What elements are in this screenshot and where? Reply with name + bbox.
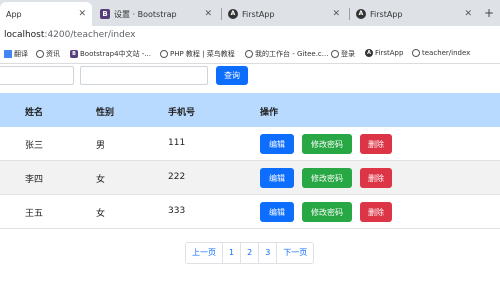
- bookmark-label: teacher/index: [422, 49, 471, 57]
- edit-button[interactable]: 编辑: [260, 168, 294, 188]
- globe-icon: [36, 50, 44, 58]
- header-name: 姓名: [25, 108, 44, 118]
- change-password-button[interactable]: 修改密码: [302, 202, 352, 222]
- cell-name: 张三: [25, 141, 44, 151]
- page-link-2[interactable]: 2: [241, 243, 260, 263]
- edit-button[interactable]: 编辑: [260, 202, 294, 222]
- bootstrap-icon: B: [100, 9, 110, 19]
- close-icon[interactable]: ✕: [332, 9, 340, 19]
- bootstrap-icon: B: [70, 50, 78, 58]
- bookmark-label: 翻译: [14, 50, 28, 58]
- tab-app[interactable]: App ✕: [0, 2, 92, 26]
- bookmark-gitee[interactable]: 我的工作台 - Gitee.c...: [245, 49, 328, 59]
- tab-bootstrap-settings[interactable]: B 设置 · Bootstrap ✕: [94, 2, 218, 26]
- cell-phone: 111: [168, 138, 186, 148]
- close-icon[interactable]: ✕: [78, 9, 86, 19]
- page-link-3[interactable]: 3: [259, 243, 278, 263]
- close-icon[interactable]: ✕: [204, 9, 212, 19]
- angular-icon: A: [365, 49, 373, 57]
- table-row: 张三 男 111 编辑 修改密码 删除: [0, 127, 500, 161]
- table-row: 王五 女 333 编辑 修改密码 删除: [0, 195, 500, 229]
- angular-icon: A: [228, 9, 238, 19]
- bookmark-label: 资讯: [46, 50, 60, 58]
- bookmark-php-tutorial[interactable]: PHP 教程 | 菜鸟教程: [160, 49, 235, 59]
- cell-name: 王五: [25, 209, 44, 219]
- edit-button[interactable]: 编辑: [260, 134, 294, 154]
- globe-icon: [160, 50, 168, 58]
- next-page-link[interactable]: 下一页: [277, 243, 313, 263]
- bookmark-label: 登录: [341, 50, 355, 58]
- cell-name: 李四: [25, 175, 44, 185]
- tab-label: FirstApp: [370, 9, 403, 19]
- url-text[interactable]: localhost:4200/teacher/index: [4, 30, 136, 40]
- url-host: localhost: [4, 30, 45, 40]
- pagination: 上一页 1 2 3 下一页: [185, 242, 315, 264]
- bookmark-label: PHP 教程 | 菜鸟教程: [170, 50, 235, 58]
- change-password-button[interactable]: 修改密码: [302, 168, 352, 188]
- globe-icon: [412, 49, 420, 57]
- page-link-1[interactable]: 1: [223, 243, 242, 263]
- delete-button[interactable]: 删除: [360, 134, 392, 154]
- globe-icon: [331, 50, 339, 58]
- header-phone: 手机号: [168, 108, 196, 118]
- table-row: 李四 女 222 编辑 修改密码 删除: [0, 161, 500, 195]
- tab-label: 设置 · Bootstrap: [114, 9, 177, 19]
- tab-firstapp-1[interactable]: A FirstApp ✕: [222, 2, 346, 26]
- angular-icon: A: [356, 9, 366, 19]
- cell-gender: 女: [96, 175, 106, 185]
- browser-tab-strip: App ✕ B 设置 · Bootstrap ✕ A FirstApp ✕ A …: [0, 0, 500, 26]
- cell-gender: 女: [96, 209, 106, 219]
- delete-button[interactable]: 删除: [360, 168, 392, 188]
- bookmark-login[interactable]: 登录: [331, 49, 355, 59]
- new-tab-plus-icon[interactable]: +: [484, 6, 494, 20]
- grid-icon: [4, 50, 12, 58]
- bookmark-label: FirstApp: [375, 49, 404, 57]
- phone-search-input[interactable]: [80, 66, 208, 85]
- tab-label: App: [6, 9, 22, 19]
- bookmarks-bar: 翻译 资讯 B Bootstrap4中文站 -... PHP 教程 | 菜鸟教程…: [0, 46, 500, 64]
- bookmark-news[interactable]: 资讯: [36, 49, 60, 59]
- name-search-input[interactable]: [0, 66, 74, 85]
- delete-button[interactable]: 删除: [360, 202, 392, 222]
- header-actions: 操作: [260, 108, 279, 118]
- header-gender: 性别: [96, 108, 115, 118]
- bookmark-firstapp[interactable]: A FirstApp: [365, 49, 403, 57]
- bookmark-translate[interactable]: 翻译: [4, 49, 28, 59]
- cell-phone: 222: [168, 172, 186, 182]
- url-path: :4200/teacher/index: [44, 30, 136, 40]
- close-icon[interactable]: ✕: [464, 9, 472, 19]
- cell-phone: 333: [168, 206, 186, 216]
- prev-page-link[interactable]: 上一页: [186, 243, 223, 263]
- cell-gender: 男: [96, 141, 106, 151]
- change-password-button[interactable]: 修改密码: [302, 134, 352, 154]
- tab-label: FirstApp: [242, 9, 275, 19]
- bookmark-label: Bootstrap4中文站 -...: [80, 50, 151, 58]
- bookmark-bootstrap4[interactable]: B Bootstrap4中文站 -...: [70, 49, 151, 59]
- globe-icon: [245, 50, 253, 58]
- bookmark-teacher-index[interactable]: teacher/index: [412, 49, 470, 57]
- bookmark-label: 我的工作台 - Gitee.c...: [255, 50, 329, 58]
- search-button[interactable]: 查询: [216, 66, 248, 85]
- tab-firstapp-2[interactable]: A FirstApp ✕: [350, 2, 478, 26]
- table-header: 姓名 性别 手机号 操作: [0, 93, 500, 127]
- address-bar[interactable]: localhost:4200/teacher/index: [0, 26, 500, 46]
